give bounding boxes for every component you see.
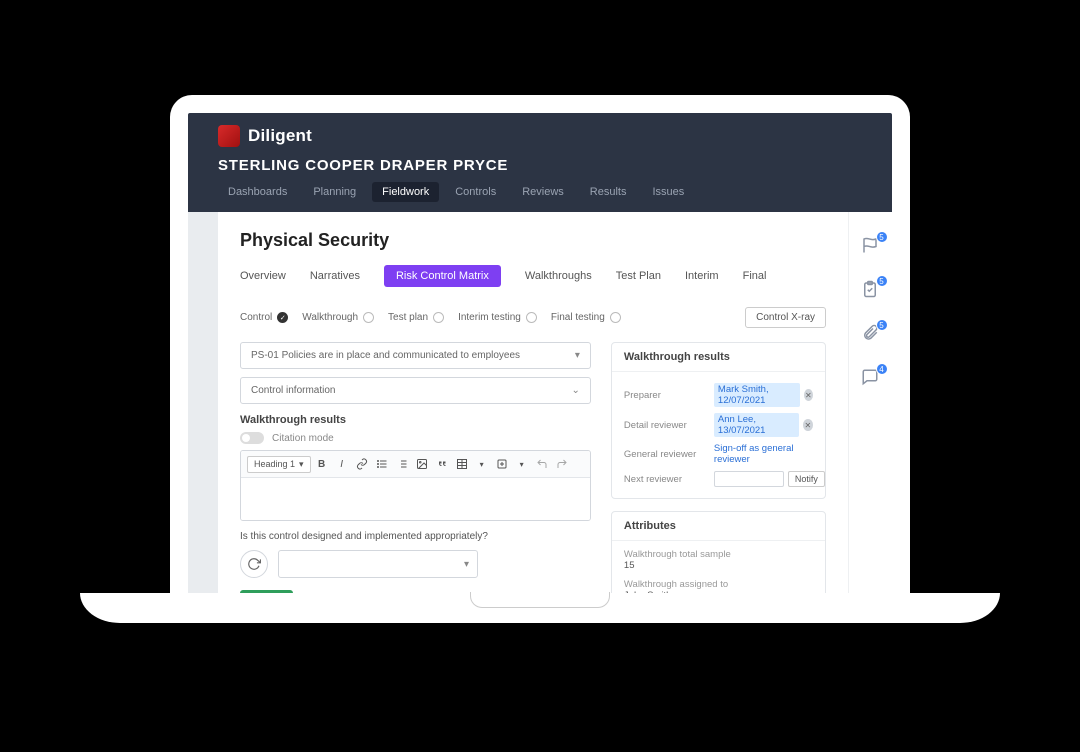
caret-down-icon: ▾ [464, 559, 469, 570]
control-information-toggle[interactable]: Control information ⌄ [240, 377, 591, 404]
step-final-testing[interactable]: Final testing [551, 312, 621, 323]
heading-select[interactable]: Heading 1 ▾ [247, 456, 311, 473]
detail-reviewer-label: Detail reviewer [624, 420, 714, 431]
link-icon[interactable] [353, 455, 371, 473]
circle-icon [526, 312, 537, 323]
flag-icon[interactable]: 5 [861, 236, 881, 256]
citation-mode-label: Citation mode [272, 433, 334, 444]
rich-text-editor: Heading 1 ▾ B I [240, 450, 591, 521]
caret-down-icon: ▾ [299, 459, 304, 470]
attributes-card: Attributes Walkthrough total sample 15 W… [611, 511, 826, 593]
tab-overview[interactable]: Overview [240, 270, 286, 282]
flag-badge: 5 [876, 231, 888, 243]
tab-final[interactable]: Final [743, 270, 767, 282]
clipboard-icon[interactable]: 5 [861, 280, 881, 300]
left-gutter [188, 212, 218, 593]
check-icon: ✓ [277, 312, 288, 323]
circle-icon [433, 312, 444, 323]
refresh-button[interactable] [240, 550, 268, 578]
attr-total-sample-label: Walkthrough total sample [624, 549, 813, 560]
next-reviewer-input[interactable] [714, 471, 784, 487]
tab-walkthroughs[interactable]: Walkthroughs [525, 270, 592, 282]
general-reviewer-label: General reviewer [624, 449, 714, 460]
step-test-plan[interactable]: Test plan [388, 312, 444, 323]
next-reviewer-label: Next reviewer [624, 474, 714, 485]
editor-toolbar: Heading 1 ▾ B I [241, 451, 590, 478]
notify-button[interactable]: Notify [788, 471, 825, 487]
comment-badge: 4 [876, 363, 888, 375]
nav-issues[interactable]: Issues [642, 182, 694, 202]
caret-down-icon[interactable]: ▾ [473, 455, 491, 473]
walkthrough-results-card: Walkthrough results Preparer Mark Smith,… [611, 342, 826, 499]
editor-textarea[interactable] [241, 478, 590, 520]
attr-total-sample-value: 15 [624, 560, 813, 571]
attachment-icon[interactable]: 5 [861, 324, 881, 344]
step-tracker: Control ✓ Walkthrough Test plan [240, 312, 621, 323]
caret-down-icon[interactable]: ▾ [513, 455, 531, 473]
brand: Diligent [218, 125, 862, 147]
nav-fieldwork[interactable]: Fieldwork [372, 182, 439, 202]
nav-planning[interactable]: Planning [303, 182, 366, 202]
walkthrough-results-card-title: Walkthrough results [612, 343, 825, 372]
attributes-card-title: Attributes [612, 512, 825, 541]
step-walkthrough-label: Walkthrough [302, 312, 358, 323]
circle-icon [363, 312, 374, 323]
circle-icon [610, 312, 621, 323]
clipboard-badge: 5 [876, 275, 888, 287]
preparer-label: Preparer [624, 390, 714, 401]
numbered-list-icon[interactable] [393, 455, 411, 473]
citation-mode-toggle[interactable] [240, 432, 264, 444]
table-icon[interactable] [453, 455, 471, 473]
attr-assigned-to-label: Walkthrough assigned to [624, 579, 813, 590]
design-question-label: Is this control designed and implemented… [240, 531, 591, 542]
bold-icon[interactable]: B [313, 455, 331, 473]
tab-interim[interactable]: Interim [685, 270, 719, 282]
quote-icon[interactable] [433, 455, 451, 473]
heading-select-value: Heading 1 [254, 459, 295, 469]
attachment-badge: 5 [876, 319, 888, 331]
brand-name: Diligent [248, 126, 312, 146]
step-interim-testing-label: Interim testing [458, 312, 521, 323]
brand-logo-icon [218, 125, 240, 147]
step-control[interactable]: Control ✓ [240, 312, 288, 323]
control-select-value: PS-01 Policies are in place and communic… [251, 350, 520, 361]
control-information-label: Control information [251, 385, 335, 396]
preparer-value[interactable]: Mark Smith, 12/07/2021 [714, 383, 800, 407]
nav-results[interactable]: Results [580, 182, 637, 202]
walkthrough-results-title: Walkthrough results [240, 414, 591, 426]
redo-icon[interactable] [553, 455, 571, 473]
bullet-list-icon[interactable] [373, 455, 391, 473]
remove-preparer-icon[interactable]: ✕ [804, 389, 813, 401]
general-reviewer-signoff-link[interactable]: Sign-off as general reviewer [714, 443, 813, 465]
control-xray-button[interactable]: Control X-ray [745, 307, 826, 328]
design-answer-select[interactable]: ▾ [278, 550, 478, 578]
comment-icon[interactable]: 4 [861, 368, 881, 388]
italic-icon[interactable]: I [333, 455, 351, 473]
undo-icon[interactable] [533, 455, 551, 473]
step-final-testing-label: Final testing [551, 312, 605, 323]
image-icon[interactable] [413, 455, 431, 473]
tab-test-plan[interactable]: Test Plan [616, 270, 661, 282]
step-interim-testing[interactable]: Interim testing [458, 312, 537, 323]
remove-detail-reviewer-icon[interactable]: ✕ [803, 419, 813, 431]
page-title: Physical Security [240, 230, 826, 251]
step-test-plan-label: Test plan [388, 312, 428, 323]
nav-dashboards[interactable]: Dashboards [218, 182, 297, 202]
right-gutter: 5 5 5 4 [848, 212, 892, 593]
caret-down-icon: ▾ [575, 350, 580, 361]
step-walkthrough[interactable]: Walkthrough [302, 312, 374, 323]
chevron-down-icon: ⌄ [572, 385, 580, 396]
sub-tabs: Overview Narratives Risk Control Matrix … [240, 265, 826, 287]
nav-reviews[interactable]: Reviews [512, 182, 574, 202]
tab-narratives[interactable]: Narratives [310, 270, 360, 282]
insert-block-icon[interactable] [493, 455, 511, 473]
main-nav: Dashboards Planning Fieldwork Controls R… [218, 182, 862, 202]
nav-controls[interactable]: Controls [445, 182, 506, 202]
control-select[interactable]: PS-01 Policies are in place and communic… [240, 342, 591, 369]
company-name: STERLING COOPER DRAPER PRYCE [218, 157, 862, 174]
detail-reviewer-value[interactable]: Ann Lee, 13/07/2021 [714, 413, 799, 437]
step-control-label: Control [240, 312, 272, 323]
tab-risk-control-matrix[interactable]: Risk Control Matrix [384, 265, 501, 287]
